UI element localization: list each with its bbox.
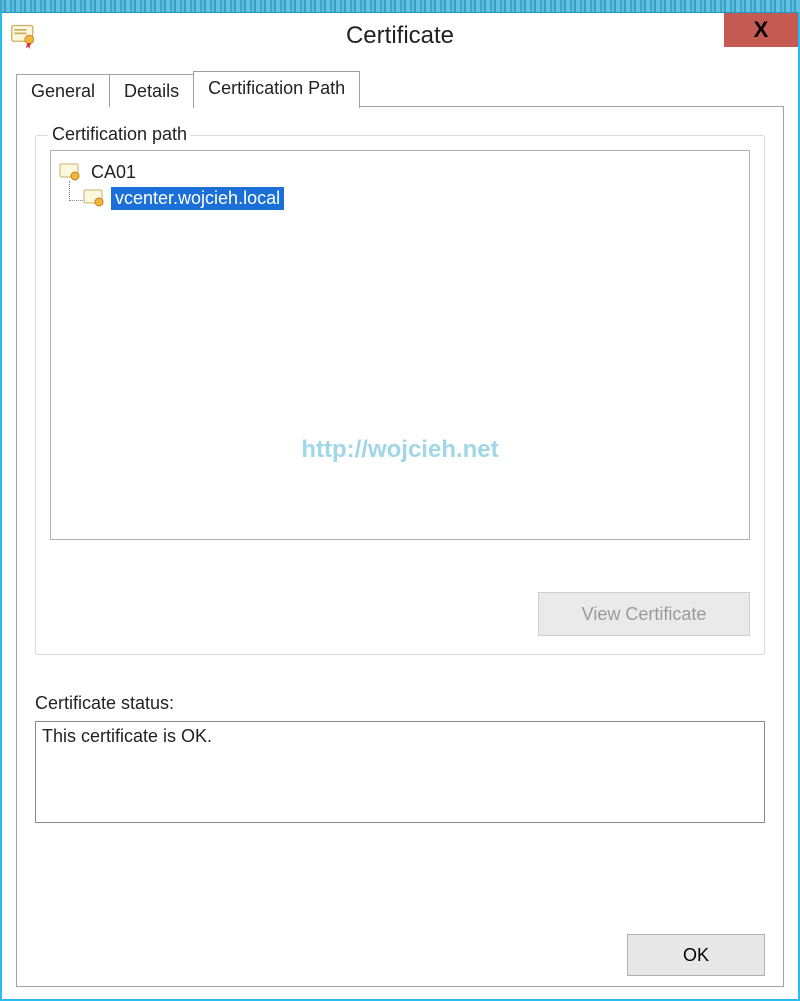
title-bar: Certificate X <box>2 13 798 59</box>
ok-button[interactable]: OK <box>627 934 765 976</box>
certification-path-group: Certification path CA01 <box>35 135 765 655</box>
certification-path-tree[interactable]: CA01 vcenter.wojcieh.local http://wojcie… <box>50 150 750 540</box>
certificate-window: Certificate X General Details Certificat… <box>2 12 798 999</box>
tree-item-child[interactable]: vcenter.wojcieh.local <box>83 185 741 211</box>
close-icon: X <box>754 19 769 41</box>
tab-general[interactable]: General <box>16 74 110 107</box>
tree-line <box>69 200 83 201</box>
groupbox-label: Certification path <box>48 124 191 145</box>
certificate-status-label: Certificate status: <box>35 693 174 714</box>
tree-item-label: CA01 <box>87 161 140 184</box>
tree-item-root[interactable]: CA01 <box>59 159 741 185</box>
tree-line <box>69 181 70 201</box>
window-title: Certificate <box>346 22 454 50</box>
tab-details[interactable]: Details <box>109 74 194 107</box>
certificate-icon <box>59 163 81 181</box>
tree-item-label-selected: vcenter.wojcieh.local <box>111 187 284 210</box>
certificate-status-box: This certificate is OK. <box>35 721 765 823</box>
certificate-icon <box>10 22 38 50</box>
view-certificate-button: View Certificate <box>538 592 750 636</box>
certificate-status-text: This certificate is OK. <box>42 726 212 746</box>
close-button[interactable]: X <box>724 13 798 47</box>
obscured-background <box>0 0 800 12</box>
certificate-icon <box>83 189 105 207</box>
tab-panel-certification-path: Certification path CA01 <box>16 106 784 987</box>
tab-certification-path[interactable]: Certification Path <box>193 71 360 108</box>
tab-strip: General Details Certification Path <box>16 71 784 107</box>
content-area: General Details Certification Path Certi… <box>16 71 784 987</box>
watermark-text: http://wojcieh.net <box>51 436 749 464</box>
